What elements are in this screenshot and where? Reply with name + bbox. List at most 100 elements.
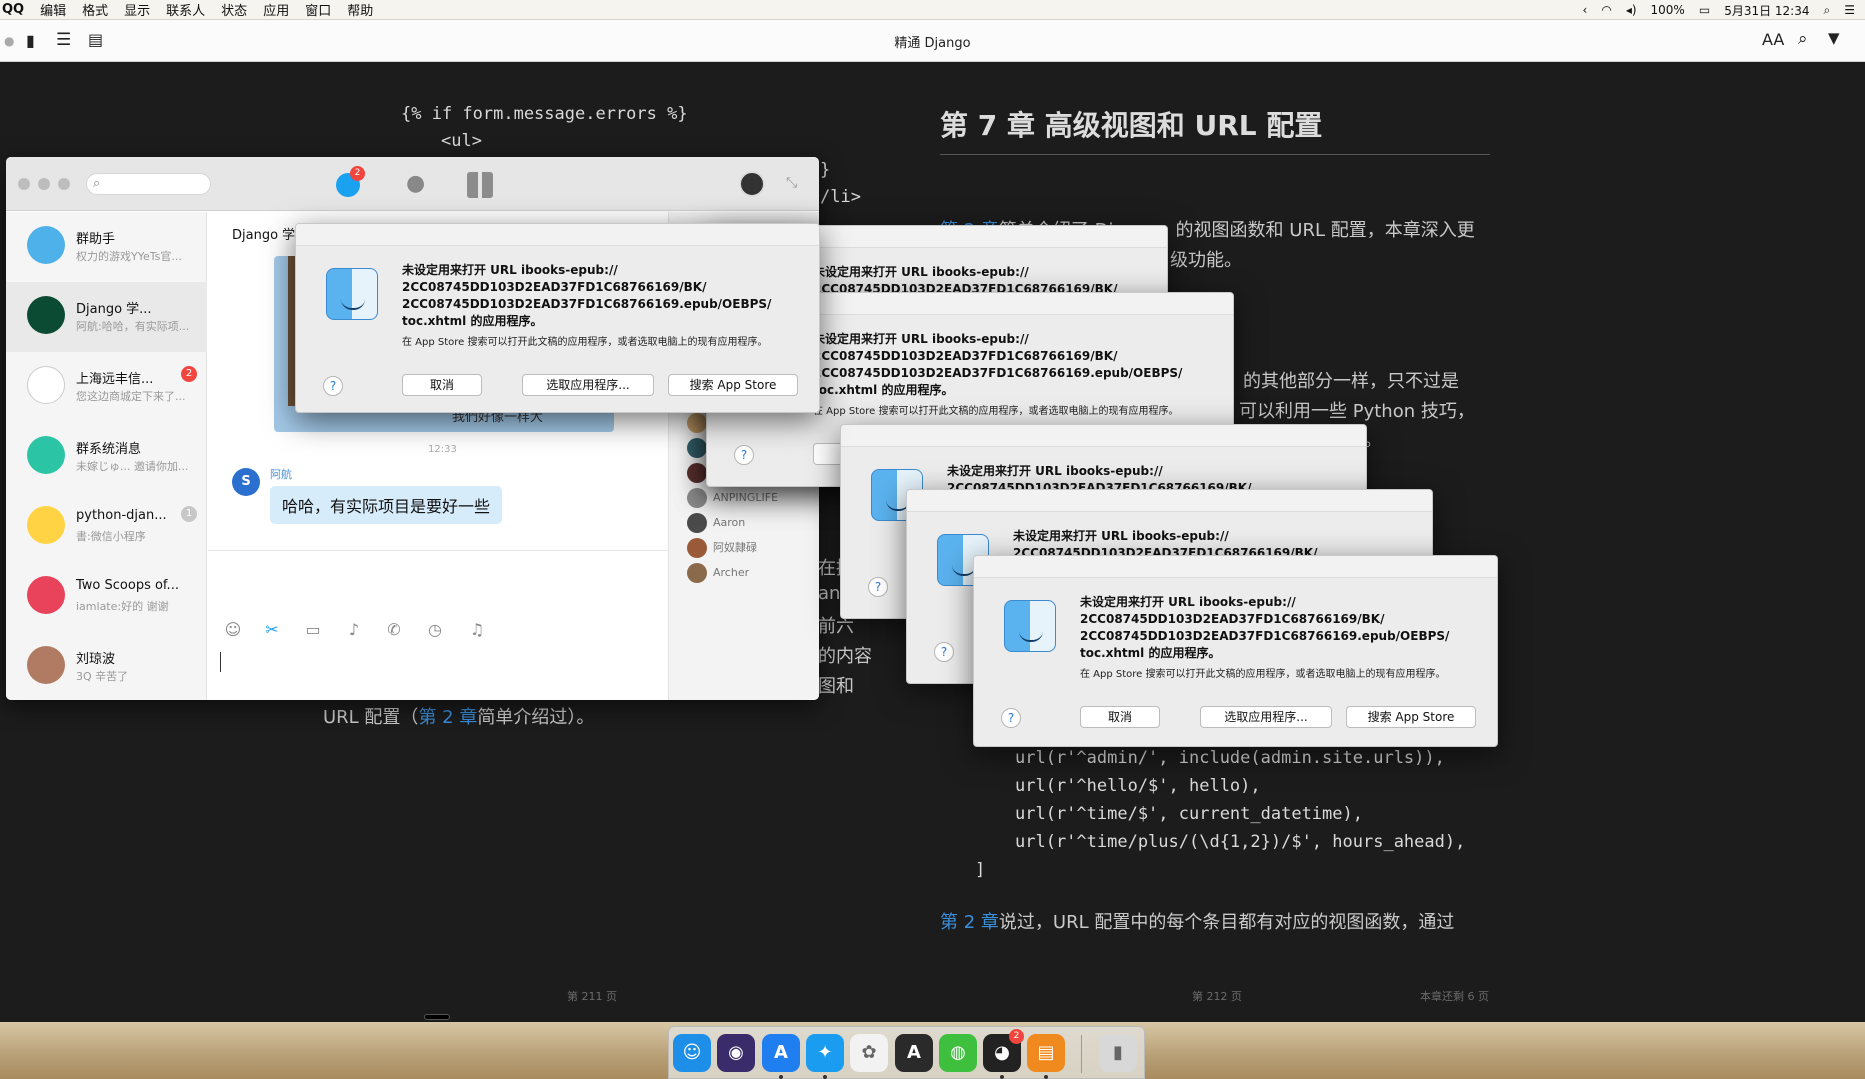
avatar <box>27 226 65 264</box>
page-number: 第 212 页 <box>1192 990 1242 1003</box>
siri-icon[interactable]: ◉ <box>717 1034 755 1072</box>
cancel-button[interactable]: 取消 <box>1080 706 1160 728</box>
menu-app-qq[interactable]: QQ <box>2 2 24 17</box>
volume-icon[interactable]: ◂) <box>1626 3 1637 17</box>
running-indicator <box>1000 1075 1004 1079</box>
battery-percent: 100% <box>1650 3 1685 17</box>
help-button[interactable]: ? <box>323 376 343 396</box>
emoji-icon[interactable]: ☺ <box>222 619 244 641</box>
avatar <box>687 438 707 458</box>
page-handle[interactable] <box>424 1014 450 1020</box>
battery-icon[interactable]: ▭ <box>1699 3 1710 17</box>
spotlight-icon[interactable]: ⌕ <box>1824 3 1831 18</box>
conversation-name: python-djan... <box>76 508 167 523</box>
zoom-button[interactable] <box>58 178 70 190</box>
avatar <box>687 563 707 583</box>
conversation-item[interactable]: 刘琼波 3Q 辛苦了 <box>6 632 207 700</box>
body-line: 可以利用一些 Python 技巧， <box>1239 401 1475 422</box>
menu-format[interactable]: 格式 <box>82 0 108 19</box>
help-button[interactable]: ? <box>868 577 888 597</box>
conversation-list: 群助手 权力的游戏YYeTs官... Django 学... 阿航:哈哈，有实际项..… <box>6 212 207 700</box>
screenshot-scissors-icon[interactable]: ✂ <box>261 619 283 641</box>
conversation-item[interactable]: Two Scoops of... iamlate:好的 谢谢 <box>6 562 207 632</box>
menu-window[interactable]: 窗口 <box>305 0 331 19</box>
unread-badge: 1 <box>181 506 197 522</box>
avatar <box>27 436 65 474</box>
trash-icon[interactable]: ▮ <box>1099 1034 1137 1072</box>
history-clock-icon[interactable]: ◷ <box>424 619 446 641</box>
conversation-name: 群助手 <box>76 232 116 247</box>
menu-apps[interactable]: 应用 <box>263 0 289 19</box>
menu-view[interactable]: 显示 <box>124 0 150 19</box>
menu-status[interactable]: 状态 <box>221 0 247 19</box>
notification-center-icon[interactable]: ☰ <box>1844 3 1855 17</box>
member-item[interactable]: ANPINGLIFE <box>687 488 778 510</box>
wifi-icon[interactable]: ◠ <box>1601 3 1611 17</box>
message-input[interactable] <box>220 652 221 672</box>
choose-application-button[interactable]: 选取应用程序... <box>522 374 654 396</box>
chapter-link[interactable]: 第 2 章 <box>940 912 999 933</box>
search-app-store-button[interactable]: 搜索 App Store <box>1346 706 1476 728</box>
menu-contacts[interactable]: 联系人 <box>166 0 205 19</box>
phone-icon[interactable]: ✆ <box>383 619 405 641</box>
member-item[interactable]: 阿奴隷碌 <box>687 538 757 560</box>
member-item[interactable]: Aaron <box>687 513 745 535</box>
conversation-item[interactable]: python-djan... 書:微信小程序 1 <box>6 492 207 562</box>
microphone-icon[interactable]: ♪ <box>343 619 365 641</box>
app-store-icon[interactable]: A <box>762 1034 800 1072</box>
bookmark-icon[interactable]: ▼ <box>1828 29 1840 47</box>
search-input[interactable]: ⌕ <box>86 173 211 195</box>
dictionary-icon[interactable]: A <box>895 1034 933 1072</box>
conversation-preview: 您这边商城定下来了... <box>76 390 186 403</box>
font-size-button[interactable]: AA <box>1762 30 1784 49</box>
notification-badge: 2 <box>350 166 365 181</box>
search-icon: ⌕ <box>93 176 101 191</box>
search-icon[interactable]: ⌕ <box>1798 29 1808 49</box>
message-bubble: 哈哈，有实际项目是要好一些 <box>270 486 503 524</box>
member-item[interactable]: Archer <box>687 563 749 585</box>
safari-icon[interactable]: ✦ <box>806 1034 844 1072</box>
conversation-item[interactable]: 群助手权力的游戏YYeTs官... <box>6 212 207 282</box>
conversation-item[interactable]: 群系统消息 未嫁じゅ... 邀请你加... <box>6 422 207 492</box>
avatar <box>687 413 707 433</box>
wechat-icon[interactable]: ◍ <box>939 1034 977 1072</box>
clock[interactable]: 5月31日 12:34 <box>1724 2 1809 19</box>
cancel-button[interactable]: 取消 <box>402 374 482 396</box>
collapse-icon[interactable]: ⤡ <box>786 175 797 191</box>
folder-icon[interactable]: ▭ <box>302 619 324 641</box>
sender-avatar[interactable]: S <box>232 468 260 496</box>
conversation-preview: iamlate:好的 谢谢 <box>76 600 169 613</box>
avatar <box>687 513 707 533</box>
search-app-store-button[interactable]: 搜索 App Store <box>668 374 798 396</box>
conversation-name: Two Scoops of... <box>76 578 179 593</box>
ibooks-icon[interactable]: ▤ <box>1027 1034 1065 1072</box>
finder-icon[interactable]: ☺ <box>673 1034 711 1072</box>
chevron-left-icon[interactable]: ‹ <box>1583 3 1588 17</box>
menu-help[interactable]: 帮助 <box>347 0 373 19</box>
minimize-button[interactable] <box>38 178 50 190</box>
apps-grid-icon[interactable] <box>467 172 493 198</box>
avatar[interactable] <box>739 171 765 197</box>
conversation-preview: 权力的游戏YYeTs官... <box>76 250 182 263</box>
conversation-item[interactable]: 上海远丰信... 您这边商城定下来了... 2 <box>6 352 207 422</box>
finder-icon <box>1004 600 1056 652</box>
contacts-tab-icon[interactable]: ● <box>406 171 430 197</box>
menu-edit[interactable]: 编辑 <box>40 0 66 19</box>
close-button[interactable] <box>18 178 30 190</box>
mute-bell-icon[interactable]: ♫ <box>466 619 488 641</box>
dialog-titlebar <box>974 556 1497 578</box>
photos-icon[interactable]: ✿ <box>850 1034 888 1072</box>
qq-titlebar: ⌕ 2 ● ⤡ <box>6 157 819 211</box>
dialog-titlebar <box>841 425 1366 447</box>
choose-application-button[interactable]: 选取应用程序... <box>1200 706 1332 728</box>
open-url-alert-dialog: 未设定用来打开 URL ibooks-epub:// 2CC08745DD103… <box>295 223 820 413</box>
help-button[interactable]: ? <box>934 642 954 662</box>
code-line: {% if form.message.errors %} <box>401 104 688 124</box>
help-button[interactable]: ? <box>1001 708 1021 728</box>
conversation-item[interactable]: Django 学... 阿航:哈哈，有实际项... <box>6 282 207 352</box>
chapter-remaining: 本章还剩 6 页 <box>1420 990 1489 1003</box>
avatar <box>27 576 65 614</box>
chapter-link[interactable]: 第 2 章 <box>418 707 477 728</box>
help-button[interactable]: ? <box>734 445 754 465</box>
conversation-preview: 阿航:哈哈，有实际项... <box>76 320 190 333</box>
